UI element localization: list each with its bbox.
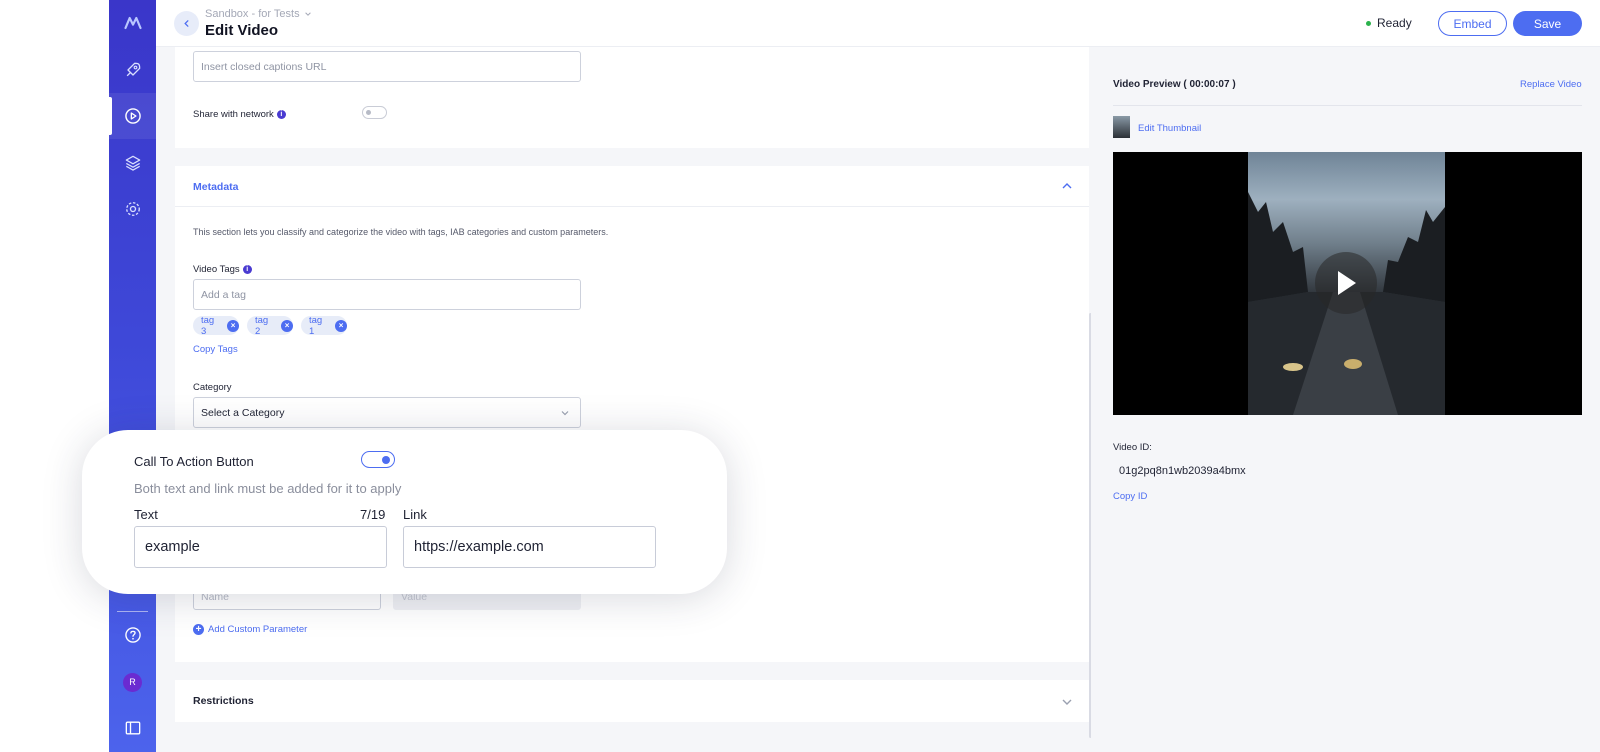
remove-tag-icon[interactable]: × <box>281 319 293 332</box>
layers-icon[interactable] <box>109 140 156 186</box>
video-id-label: Video ID: <box>1113 442 1152 453</box>
cta-hint: Both text and link must be added for it … <box>134 481 402 496</box>
call-to-action-card: Call To Action Button Both text and link… <box>82 430 727 594</box>
help-icon[interactable] <box>109 612 156 658</box>
cta-link-input[interactable]: https://example.com <box>403 526 656 568</box>
restrictions-card[interactable] <box>175 680 1089 722</box>
metadata-section-title[interactable]: Metadata <box>193 181 239 193</box>
copy-tags-link[interactable]: Copy Tags <box>193 344 238 355</box>
replace-video-link[interactable]: Replace Video <box>1520 79 1582 90</box>
video-tags-label: Video Tags i <box>193 264 252 275</box>
info-icon: i <box>276 109 286 119</box>
cta-toggle[interactable] <box>361 451 395 468</box>
status-indicator: Ready <box>1366 16 1412 30</box>
cta-text-label: Text <box>134 507 158 522</box>
thumbnail-image[interactable] <box>1113 116 1130 138</box>
video-play-icon[interactable] <box>109 93 156 139</box>
tag-chip: tag 1 × <box>301 314 347 337</box>
remove-tag-icon[interactable]: × <box>335 319 347 332</box>
breadcrumb[interactable]: Sandbox - for Tests <box>205 8 312 20</box>
restrictions-section-title[interactable]: Restrictions <box>193 695 254 707</box>
metadata-description: This section lets you classify and categ… <box>193 227 609 237</box>
status-dot-icon <box>1366 20 1371 26</box>
top-header: Sandbox - for Tests Edit Video Ready Emb… <box>156 0 1600 47</box>
back-button[interactable] <box>174 11 199 36</box>
chevron-down-icon <box>304 12 311 16</box>
play-icon <box>1338 271 1356 295</box>
page-title: Edit Video <box>205 22 279 39</box>
play-button[interactable] <box>1315 252 1377 314</box>
logo-icon[interactable] <box>109 0 156 46</box>
save-button[interactable]: Save <box>1513 11 1582 36</box>
chevron-left-icon <box>184 20 189 27</box>
tag-chip-label: tag 3 <box>201 314 215 337</box>
cta-title: Call To Action Button <box>134 454 254 469</box>
tag-chip: tag 2 × <box>247 314 293 337</box>
panel-toggle-icon[interactable] <box>109 705 156 751</box>
plus-icon: + <box>193 624 204 635</box>
sidebar: R <box>109 0 156 752</box>
cta-text-input[interactable]: example <box>134 526 387 568</box>
tag-chip-label: tag 1 <box>309 314 323 337</box>
share-network-toggle[interactable] <box>362 106 387 119</box>
chevron-down-icon[interactable] <box>1061 697 1073 707</box>
cta-text-counter: 7/19 <box>360 507 386 522</box>
tag-chip-label: tag 2 <box>255 314 269 337</box>
captions-url-input[interactable]: Insert closed captions URL <box>193 51 581 82</box>
cta-link-label: Link <box>403 507 427 522</box>
rocket-icon[interactable] <box>109 47 156 93</box>
breadcrumb-label: Sandbox - for Tests <box>205 8 300 20</box>
avatar-initial: R <box>123 672 142 692</box>
copy-id-link[interactable]: Copy ID <box>1113 491 1147 502</box>
share-network-label: Share with network i <box>193 109 286 120</box>
tag-chip: tag 3 × <box>193 314 239 337</box>
add-custom-parameter-link[interactable]: + Add Custom Parameter <box>193 624 307 635</box>
video-id-value: 01g2pq8n1wb2039a4bmx <box>1119 465 1246 477</box>
category-label: Category <box>193 382 232 393</box>
edit-thumbnail-link[interactable]: Edit Thumbnail <box>1138 123 1201 134</box>
category-select[interactable]: Select a Category <box>193 397 581 428</box>
add-custom-parameter-label: Add Custom Parameter <box>208 624 308 635</box>
settings-gear-icon[interactable] <box>109 186 156 232</box>
remove-tag-icon[interactable]: × <box>227 319 239 332</box>
avatar[interactable]: R <box>109 659 156 705</box>
chevron-down-icon <box>561 411 569 416</box>
video-preview-title: Video Preview ( 00:00:07 ) <box>1113 79 1236 90</box>
info-icon: i <box>242 264 252 274</box>
embed-button[interactable]: Embed <box>1438 11 1507 36</box>
chevron-up-icon[interactable] <box>1061 181 1073 191</box>
status-text: Ready <box>1377 16 1412 30</box>
preview-divider <box>1113 105 1582 106</box>
metadata-divider <box>175 206 1089 207</box>
add-tag-input[interactable]: Add a tag <box>193 279 581 310</box>
category-select-value: Select a Category <box>201 406 285 419</box>
